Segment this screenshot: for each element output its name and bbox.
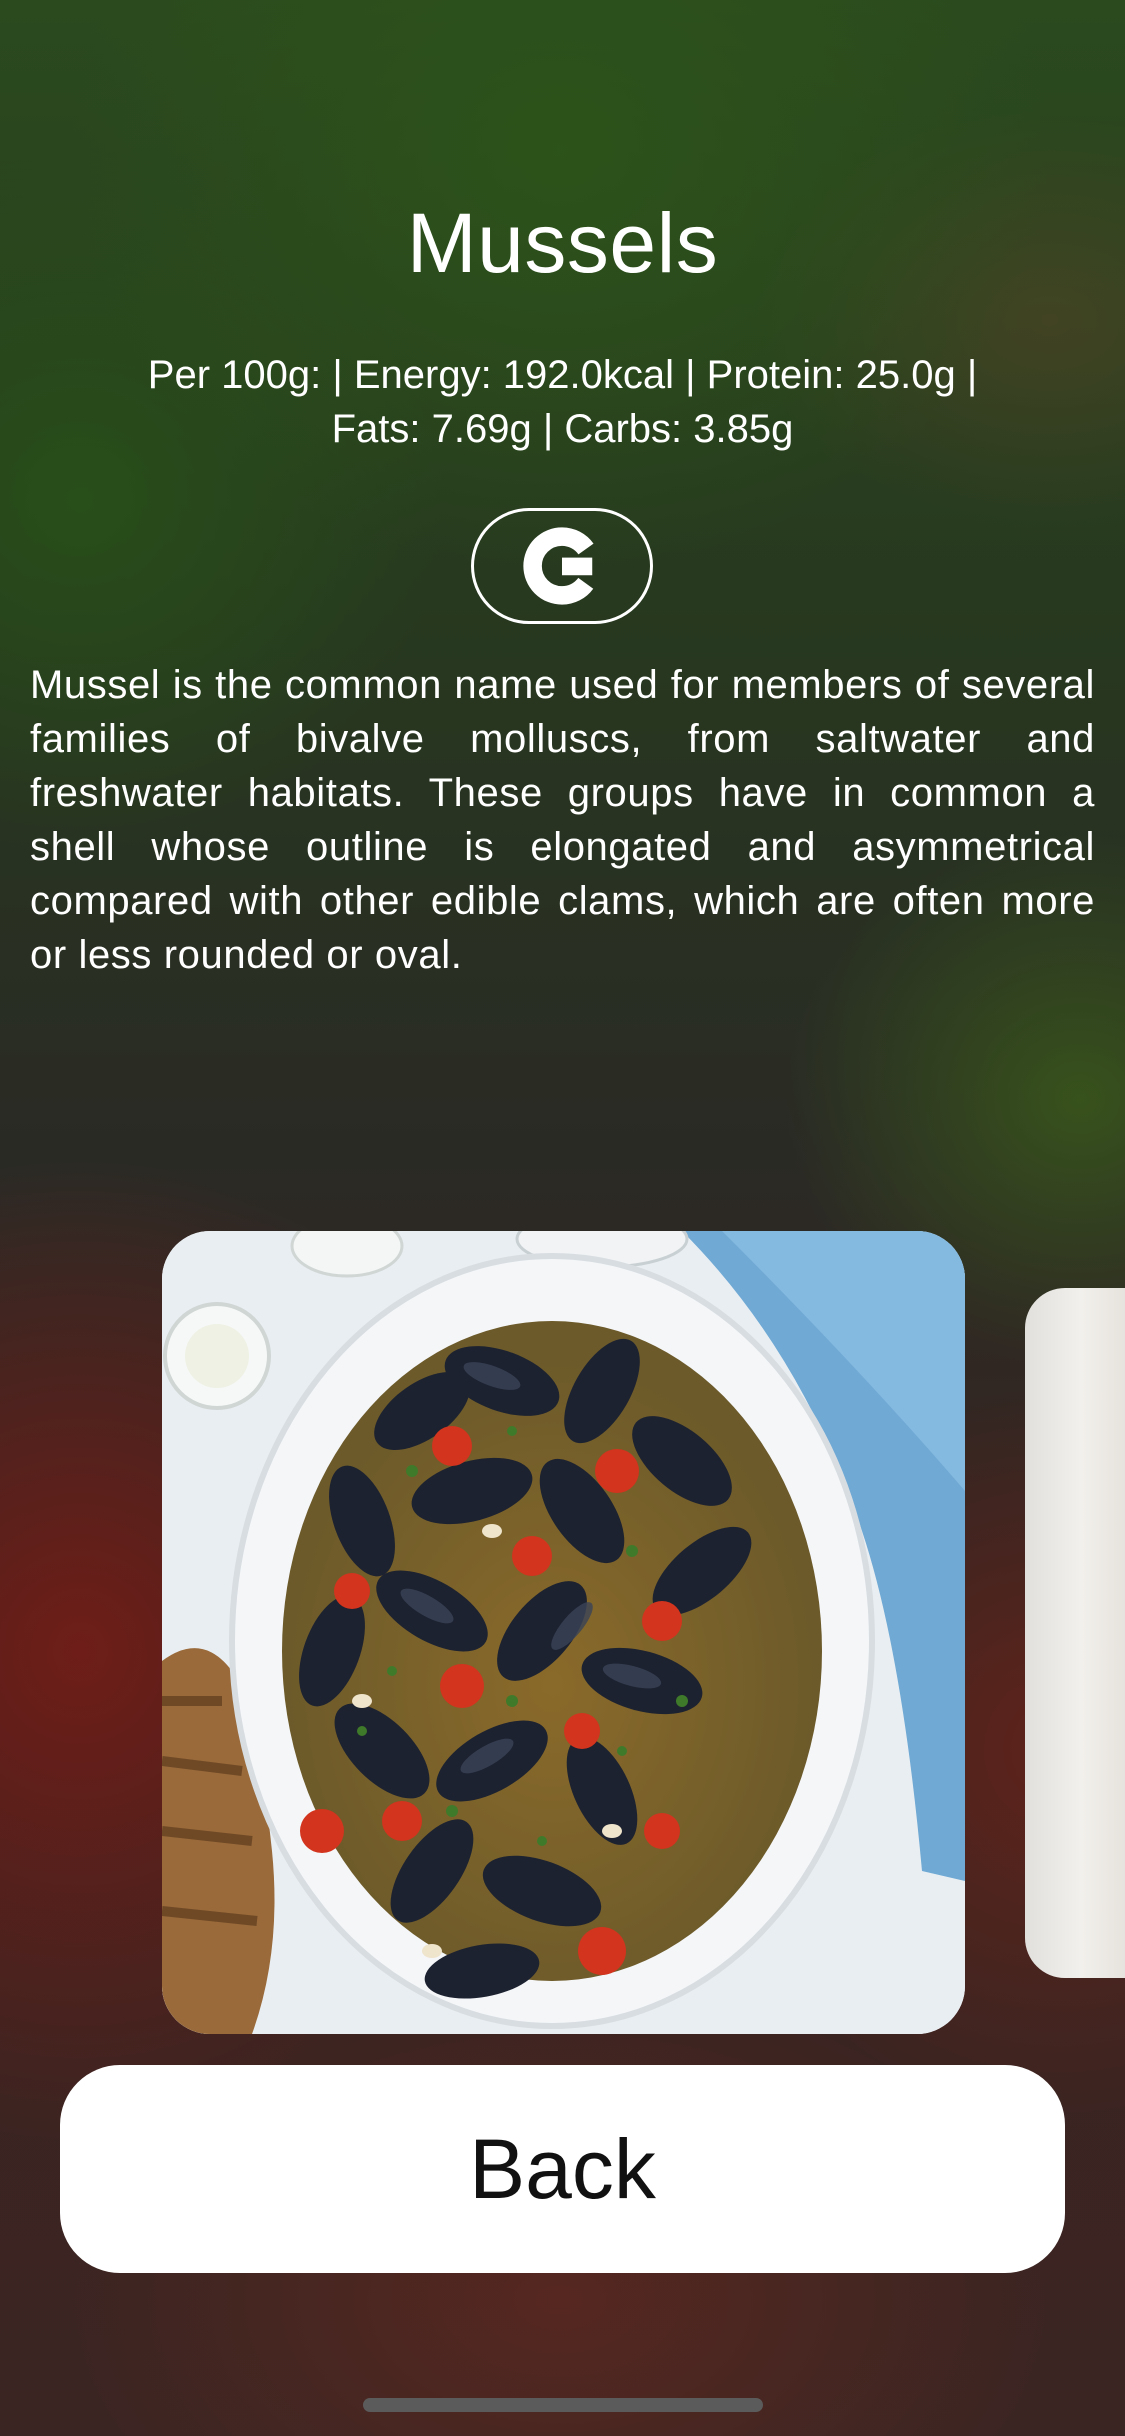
food-title: Mussels bbox=[406, 196, 719, 290]
nutrition-line: Per 100g: | Energy: 192.0kcal | Protein:… bbox=[147, 353, 978, 397]
google-search-button[interactable] bbox=[471, 508, 653, 624]
nutrition-info: Per 100g: | Energy: 192.0kcal | Protein:… bbox=[60, 348, 1065, 456]
mussels-dish-photo[interactable] bbox=[162, 1231, 965, 2034]
back-button[interactable]: Back bbox=[60, 2065, 1065, 2273]
google-g-icon bbox=[520, 524, 604, 608]
home-indicator[interactable] bbox=[363, 2398, 763, 2412]
nutrition-line: Fats: 7.69g | Carbs: 3.85g bbox=[331, 407, 794, 451]
food-description: Mussel is the common name used for membe… bbox=[30, 663, 1095, 977]
next-dish-photo-partial[interactable] bbox=[1025, 1288, 1125, 1978]
